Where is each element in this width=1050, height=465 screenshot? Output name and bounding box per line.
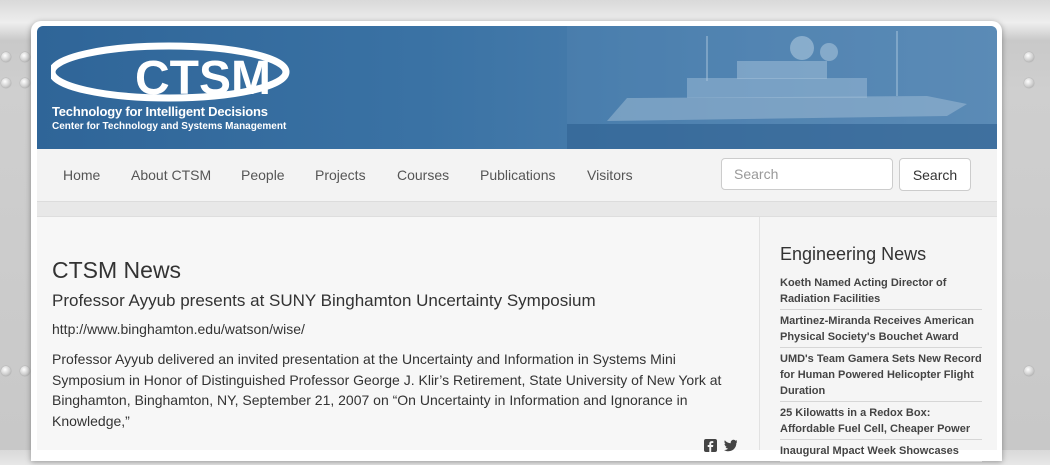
news-item[interactable]: Inaugural Mpact Week Showcases xyxy=(780,443,982,462)
main-content: CTSM News Professor Ayyub presents at SU… xyxy=(37,217,760,452)
search-button[interactable]: Search xyxy=(899,158,971,191)
page-title: CTSM News xyxy=(52,257,182,283)
nav-projects[interactable]: Projects xyxy=(315,167,366,183)
search-input[interactable] xyxy=(721,158,893,190)
nav-visitors[interactable]: Visitors xyxy=(587,167,633,183)
rivet-decoration xyxy=(20,366,30,376)
nav-people[interactable]: People xyxy=(241,167,285,183)
rivet-decoration xyxy=(20,78,30,88)
content-divider-strip xyxy=(37,202,997,217)
sidebar: Engineering News Koeth Named Acting Dire… xyxy=(760,217,997,462)
ship-illustration xyxy=(567,26,997,149)
header-banner: CTSM Technology for Intelligent Decision… xyxy=(37,26,997,149)
article-title[interactable]: Professor Ayyub presents at SUNY Bingham… xyxy=(52,291,596,311)
nav-publications[interactable]: Publications xyxy=(480,167,556,183)
news-item[interactable]: Koeth Named Acting Director of Radiation… xyxy=(780,275,982,310)
rivet-decoration xyxy=(1024,52,1034,62)
news-item[interactable]: Martinez-Miranda Receives American Physi… xyxy=(780,313,982,348)
sidebar-title: Engineering News xyxy=(780,244,927,264)
rivet-decoration xyxy=(1024,78,1034,88)
ctsm-logo: CTSM xyxy=(51,42,290,102)
rivet-decoration xyxy=(1,52,11,62)
brand-tagline: Technology for Intelligent Decisions xyxy=(52,104,268,119)
rivet-decoration xyxy=(1,78,11,88)
twitter-icon[interactable] xyxy=(724,439,737,452)
nav-courses[interactable]: Courses xyxy=(397,167,449,183)
nav-about-ctsm[interactable]: About CTSM xyxy=(131,167,211,183)
brand-subtagline: Center for Technology and Systems Manage… xyxy=(52,121,287,132)
rivet-decoration xyxy=(20,52,30,62)
news-item[interactable]: UMD's Team Gamera Sets New Record for Hu… xyxy=(780,351,982,402)
logo-text: CTSM xyxy=(135,52,271,102)
rivet-decoration xyxy=(1,366,11,376)
nav-home[interactable]: Home xyxy=(63,167,100,183)
facebook-icon[interactable] xyxy=(704,439,717,452)
engineering-news-list: Koeth Named Acting Director of Radiation… xyxy=(780,275,982,465)
article-url[interactable]: http://www.binghamton.edu/watson/wise/ xyxy=(52,321,305,337)
news-item[interactable]: 25 Kilowatts in a Redox Box: Affordable … xyxy=(780,405,982,440)
rivet-decoration xyxy=(1024,366,1034,376)
article-body: Professor Ayyub delivered an invited pre… xyxy=(52,351,722,429)
main-navbar: Home About CTSM People Projects Courses … xyxy=(37,149,997,202)
